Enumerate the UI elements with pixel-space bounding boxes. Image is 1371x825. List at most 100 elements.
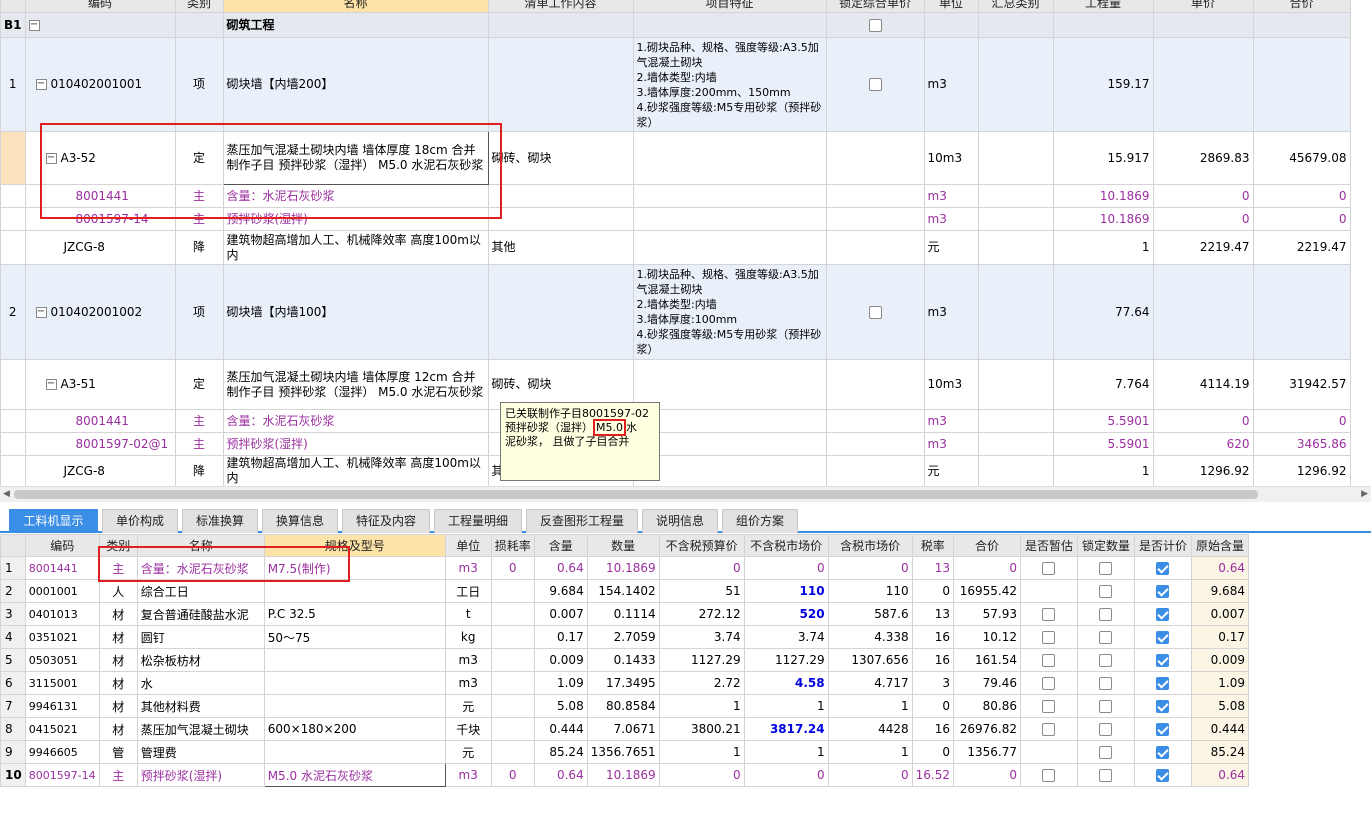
collapse-icon[interactable]: − xyxy=(45,152,57,164)
collapse-icon[interactable]: − xyxy=(45,379,57,390)
estimate-checkbox[interactable] xyxy=(1042,723,1056,736)
tab-graphic-quantity[interactable]: 反查图形工程量 xyxy=(526,509,638,533)
lock-quantity-checkbox[interactable] xyxy=(1099,562,1113,575)
tab-notes[interactable]: 说明信息 xyxy=(642,509,718,533)
lock-quantity-checkbox[interactable] xyxy=(1099,677,1113,690)
col-header-code[interactable]: 编码 xyxy=(24,534,100,557)
col-header-market-price[interactable]: 不含税市场价 xyxy=(743,534,829,557)
priced-checkbox[interactable] xyxy=(1156,631,1170,644)
tab-features[interactable]: 特征及内容 xyxy=(342,509,430,533)
col-header-spec[interactable]: 规格及型号 xyxy=(263,534,446,557)
table-row[interactable]: 7 9946131 材其他材料费元 5.08 80.8584 1 1 1 0 80.86 5.08 xyxy=(0,694,1249,718)
col-header-tax-rate[interactable]: 税率 xyxy=(911,534,954,557)
lock-quantity-checkbox[interactable] xyxy=(1099,700,1113,713)
priced-checkbox[interactable] xyxy=(1156,654,1170,667)
lock-quantity-checkbox[interactable] xyxy=(1099,723,1113,736)
table-row[interactable]: 2 0001001 人综合工日 工日 9.684 154.1402 51 110 110 0 169… xyxy=(0,579,1249,603)
col-header-estimate[interactable]: 是否暂估 xyxy=(1019,534,1078,557)
priced-checkbox[interactable] xyxy=(1156,608,1170,621)
priced-checkbox[interactable] xyxy=(1156,562,1170,575)
table-row[interactable]: 8001441 主 含量：水泥石灰砂浆 m3 5.5901 0 0 xyxy=(0,409,1351,433)
priced-checkbox[interactable] xyxy=(1156,677,1170,690)
table-row[interactable]: 8001597-14 主 预拌砂浆(湿拌) m3 10.1869 0 0 xyxy=(0,207,1351,231)
tab-conversion-info[interactable]: 换算信息 xyxy=(262,509,338,533)
col-header-total[interactable]: 合价 xyxy=(1252,0,1351,13)
collapse-icon[interactable]: − xyxy=(35,306,47,318)
lock-quantity-checkbox[interactable] xyxy=(1099,608,1113,621)
estimate-checkbox[interactable] xyxy=(1042,562,1056,575)
col-header-work[interactable]: 清单工作内容 xyxy=(487,0,634,13)
col-header-content[interactable]: 含量 xyxy=(533,534,588,557)
table-row[interactable]: 8001597-02@1 主 预拌砂浆(湿拌) m3 5.5901 620 34… xyxy=(0,432,1351,456)
table-row[interactable]: − A3-51 定 蒸压加气混凝土砌块内墙 墙体厚度 12cm 合并制作子目 预拌… xyxy=(0,359,1351,410)
lock-quantity-checkbox[interactable] xyxy=(1099,654,1113,667)
table-row[interactable]: 8 0415021 材蒸压加气混凝土砌块 600×180×200 千块 0.444 7.06… xyxy=(0,717,1249,741)
col-header-budget-price[interactable]: 不含税预算价 xyxy=(658,534,745,557)
col-header-code[interactable]: 编码 xyxy=(24,0,176,13)
estimate-checkbox[interactable] xyxy=(1042,677,1056,690)
lock-quantity-checkbox[interactable] xyxy=(1099,631,1113,644)
resource-grid: 编码 类别 名称 规格及型号 单位 损耗率 含量 数量 不含税预算价 不含税市场… xyxy=(0,534,1249,787)
col-header-loss-rate[interactable]: 损耗率 xyxy=(490,534,535,557)
priced-checkbox[interactable] xyxy=(1156,746,1170,759)
tab-standard-conversion[interactable]: 标准换算 xyxy=(182,509,258,533)
col-header-original-content[interactable]: 原始含量 xyxy=(1190,534,1249,557)
tab-unit-price[interactable]: 单价构成 xyxy=(102,509,178,533)
table-row[interactable]: 8001441 主 含量：水泥石灰砂浆 m3 10.1869 0 0 xyxy=(0,184,1351,208)
lock-quantity-checkbox[interactable] xyxy=(1099,585,1113,598)
lock-price-checkbox[interactable] xyxy=(868,18,882,32)
col-header-total[interactable]: 合价 xyxy=(952,534,1021,557)
col-header-type[interactable]: 类别 xyxy=(174,0,224,13)
lock-price-checkbox[interactable] xyxy=(868,78,882,91)
detail-tabs: 工料机显示 单价构成 标准换算 换算信息 特征及内容 工程量明细 反查图形工程量… xyxy=(0,505,1371,533)
col-header-feature[interactable]: 项目特征 xyxy=(632,0,827,13)
table-row[interactable]: 3 0401013 材复合普通硅酸盐水泥 P.C 32.5 t 0.007 0.1114 27… xyxy=(0,602,1249,626)
col-header-name[interactable]: 名称 xyxy=(136,534,265,557)
col-header-unit[interactable]: 单位 xyxy=(444,534,492,557)
tab-resource-display[interactable]: 工料机显示 xyxy=(9,509,98,533)
table-row[interactable]: 1 8001441 主含量：水泥石灰砂浆 M7.5(制作) m3 0 0.64 10.1869… xyxy=(0,556,1249,580)
estimate-checkbox[interactable] xyxy=(1042,654,1056,667)
table-row[interactable]: 5 0503051 材松杂板枋材 m3 0.009 0.1433 1127.29 1127.2… xyxy=(0,648,1249,672)
table-row[interactable]: 10 8001597-14 主预拌砂浆(湿拌) M5.0 水泥石灰砂浆 m3 0 0.64 1… xyxy=(0,763,1249,787)
lock-quantity-checkbox[interactable] xyxy=(1099,769,1113,782)
table-row[interactable]: JZCG-8 降 建筑物超高增加人工、机械降效率 高度100m以内 其他 元 1… xyxy=(0,230,1351,265)
priced-checkbox[interactable] xyxy=(1156,700,1170,713)
table-row[interactable]: 2 −010402001002 项 砌块墙【内墙100】 1.砌块品种、规格、强… xyxy=(0,264,1351,360)
col-header-name[interactable]: 名称 xyxy=(222,0,489,13)
scrollbar-thumb[interactable] xyxy=(14,490,1258,499)
lock-quantity-checkbox[interactable] xyxy=(1099,746,1113,759)
horizontal-scrollbar[interactable]: ◀ ▶ xyxy=(0,486,1371,502)
table-row[interactable]: − A3-52 定 蒸压加气混凝土砌块内墙 墙体厚度 18cm 合并制作子目 预拌… xyxy=(0,131,1351,185)
col-header-lock-price[interactable]: 锁定综合单价 xyxy=(825,0,925,13)
scroll-right-icon[interactable]: ▶ xyxy=(1361,489,1368,499)
col-header-summary-type[interactable]: 汇总类别 xyxy=(977,0,1054,13)
table-row[interactable]: JZCG-8 降 建筑物超高增加人工、机械降效率 高度100m以内 其 元 1 … xyxy=(0,455,1351,487)
col-header-priced[interactable]: 是否计价 xyxy=(1133,534,1192,557)
tab-pricing-plan[interactable]: 组价方案 xyxy=(722,509,798,533)
table-row[interactable]: 4 0351021 材圆钉 50～75 kg 0.17 2.7059 3.74 3.74 4.33… xyxy=(0,625,1249,649)
priced-checkbox[interactable] xyxy=(1156,769,1170,782)
estimate-checkbox[interactable] xyxy=(1042,631,1056,644)
col-header-unit[interactable]: 单位 xyxy=(923,0,979,13)
scroll-left-icon[interactable]: ◀ xyxy=(3,489,10,499)
col-header-unit-price[interactable]: 单价 xyxy=(1152,0,1254,13)
table-row[interactable]: 9 9946605 管管理费元 85.24 1356.7651 1 1 1 0 1356.77 85… xyxy=(0,740,1249,764)
estimate-checkbox[interactable] xyxy=(1042,700,1056,713)
table-row[interactable]: 1 −010402001001 项 砌块墙【内墙200】 1.砌块品种、规格、强… xyxy=(0,37,1351,132)
col-header-lock-qty[interactable]: 锁定数量 xyxy=(1076,534,1135,557)
tab-quantity-detail[interactable]: 工程量明细 xyxy=(434,509,522,533)
priced-checkbox[interactable] xyxy=(1156,723,1170,736)
table-row[interactable]: B1 − 砌筑工程 xyxy=(0,12,1351,38)
col-header-quantity[interactable]: 工程量 xyxy=(1052,0,1154,13)
collapse-icon[interactable]: − xyxy=(35,79,47,90)
col-header-type[interactable]: 类别 xyxy=(98,534,138,557)
estimate-checkbox[interactable] xyxy=(1042,769,1056,782)
lock-price-checkbox[interactable] xyxy=(868,305,882,319)
table-row[interactable]: 6 3115001 材水 m3 1.09 17.3495 2.72 4.58 4.717 3 79.… xyxy=(0,671,1249,695)
col-header-quantity[interactable]: 数量 xyxy=(586,534,660,557)
col-header-market-price-tax[interactable]: 含税市场价 xyxy=(827,534,913,557)
estimate-checkbox[interactable] xyxy=(1042,608,1056,621)
collapse-icon[interactable]: − xyxy=(28,19,40,31)
priced-checkbox[interactable] xyxy=(1156,585,1170,598)
